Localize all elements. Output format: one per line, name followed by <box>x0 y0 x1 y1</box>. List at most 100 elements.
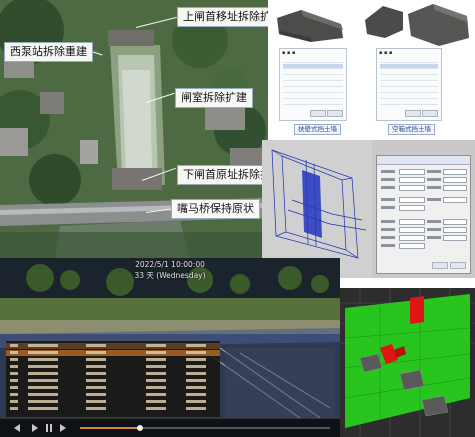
input-field[interactable] <box>443 227 467 233</box>
table-cell <box>186 393 206 396</box>
input-field[interactable] <box>443 219 467 225</box>
param-row <box>283 100 343 105</box>
table-cell <box>86 351 106 354</box>
table-row[interactable] <box>6 357 220 363</box>
table-cell <box>146 351 166 354</box>
table-cell <box>28 379 58 382</box>
clash-element[interactable] <box>410 296 424 324</box>
table-cell <box>186 400 206 403</box>
ok-button[interactable] <box>310 110 326 117</box>
table-row[interactable] <box>6 392 220 398</box>
play-icon[interactable] <box>32 424 38 432</box>
table-cell <box>10 400 18 403</box>
table-cell <box>146 393 166 396</box>
table-row[interactable] <box>6 399 220 405</box>
table-cell <box>146 379 166 382</box>
param-row <box>380 88 438 93</box>
input-field[interactable] <box>399 177 425 183</box>
hollow-box-param-sheet: ▪ ▪ ▪ <box>376 48 442 121</box>
input-field[interactable] <box>443 235 467 241</box>
field-label <box>427 170 441 173</box>
table-cell <box>86 372 106 375</box>
table-row[interactable] <box>6 385 220 391</box>
caption-buttress-wall: 扶壁式挡土墙 <box>294 124 341 135</box>
table-row[interactable] <box>6 364 220 370</box>
input-field[interactable] <box>443 169 467 175</box>
table-cell <box>86 400 106 403</box>
field-label <box>381 186 395 189</box>
table-cell <box>86 379 106 382</box>
param-row <box>380 70 438 75</box>
bim-scene <box>340 288 475 437</box>
field-label <box>381 236 395 239</box>
field-label <box>427 178 441 181</box>
table-cell <box>146 365 166 368</box>
field-label <box>381 170 395 173</box>
timeline-scrubber[interactable] <box>137 425 143 431</box>
input-field[interactable] <box>399 197 425 203</box>
input-field[interactable] <box>399 219 425 225</box>
field-label <box>381 206 395 209</box>
field-label <box>427 186 441 189</box>
field-label <box>381 198 395 201</box>
table-cell <box>10 351 18 354</box>
label-pump-station: 西泵站拆除重建 <box>4 42 93 62</box>
param-row <box>283 76 343 81</box>
ok-button[interactable] <box>405 110 421 117</box>
table-cell <box>186 372 206 375</box>
cancel-button[interactable] <box>450 262 466 269</box>
sheet-title: ▪ ▪ ▪ <box>379 50 393 56</box>
input-field[interactable] <box>399 235 425 241</box>
input-field[interactable] <box>399 205 425 211</box>
table-row[interactable] <box>6 406 220 412</box>
table-cell <box>86 365 106 368</box>
param-row <box>380 58 438 63</box>
step-forward-icon[interactable] <box>60 424 66 432</box>
retaining-wall-models-panel: ▪ ▪ ▪ ▪ ▪ ▪ 扶壁式挡土墙 空箱式挡土墙 <box>268 0 475 140</box>
table-row[interactable] <box>6 378 220 384</box>
input-field[interactable] <box>399 227 425 233</box>
table-cell <box>10 365 18 368</box>
table-cell <box>28 386 58 389</box>
table-cell <box>28 407 58 410</box>
field-label <box>381 244 395 247</box>
input-field[interactable] <box>443 185 467 191</box>
input-field[interactable] <box>399 169 425 175</box>
param-row <box>283 88 343 93</box>
cancel-button[interactable] <box>327 110 343 117</box>
buttress-param-sheet: ▪ ▪ ▪ <box>279 48 347 121</box>
input-field[interactable] <box>399 243 425 249</box>
bim-clash-panel <box>340 288 475 437</box>
buttress-wall-model <box>277 10 343 42</box>
playback-timeline[interactable] <box>0 418 340 437</box>
table-cell <box>10 379 18 382</box>
pause-icon[interactable] <box>46 424 48 432</box>
table-cell <box>28 344 58 347</box>
caption-hollow-box-wall: 空箱式挡土墙 <box>388 124 435 135</box>
table-cell <box>10 407 18 410</box>
table-cell <box>146 372 166 375</box>
param-row <box>283 64 343 69</box>
table-cell <box>186 351 206 354</box>
table-cell <box>186 386 206 389</box>
param-row <box>380 94 438 99</box>
table-row[interactable] <box>6 350 220 356</box>
step-back-icon[interactable] <box>14 424 20 432</box>
sim-date-readout: 2022/5/1 10:00:00 <box>135 260 205 269</box>
label-bridge: 嘴马桥保持原状 <box>171 199 260 219</box>
input-field[interactable] <box>443 197 467 203</box>
ok-button[interactable] <box>432 262 448 269</box>
field-label <box>427 220 441 223</box>
table-row[interactable] <box>6 371 220 377</box>
sheet-title: ▪ ▪ ▪ <box>282 50 296 56</box>
table-row[interactable] <box>6 343 220 349</box>
parameter-dialog <box>376 155 471 274</box>
input-field[interactable] <box>399 185 425 191</box>
dialog-titlebar <box>377 156 470 165</box>
field-label <box>381 228 395 231</box>
table-cell <box>10 344 18 347</box>
cancel-button[interactable] <box>422 110 438 117</box>
table-cell <box>146 386 166 389</box>
table-cell <box>86 386 106 389</box>
input-field[interactable] <box>443 177 467 183</box>
